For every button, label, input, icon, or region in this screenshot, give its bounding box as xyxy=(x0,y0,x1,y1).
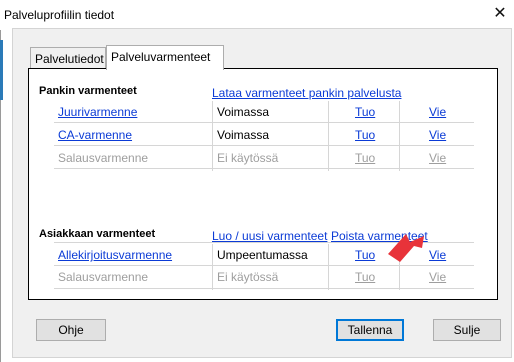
import-button[interactable]: Tuo xyxy=(355,248,375,262)
download-bank-certs-link[interactable]: Lataa varmenteet pankin palvelusta xyxy=(212,86,401,100)
close-button[interactable]: Sulje xyxy=(433,319,501,341)
tab-panel-certificates: Pankin varmenteet Lataa varmenteet panki… xyxy=(28,68,498,300)
grid-row-line xyxy=(54,288,474,289)
annotation-arrow-icon xyxy=(388,234,424,262)
cert-status: Voimassa xyxy=(217,128,270,142)
title-bar: Palveluprofiilin tiedot ✕ xyxy=(0,0,514,30)
window-title: Palveluprofiilin tiedot xyxy=(4,8,115,22)
export-button[interactable]: Vie xyxy=(429,105,446,119)
grid-row-line xyxy=(54,265,474,266)
export-button-disabled: Vie xyxy=(429,270,447,284)
create-renew-certs-link[interactable]: Luo / uusi varmenteet xyxy=(212,229,327,243)
cert-name-allekirjoitusvarmenne[interactable]: Allekirjoitusvarmenne xyxy=(58,248,172,262)
help-button[interactable]: Ohje xyxy=(36,319,106,341)
export-button[interactable]: Vie xyxy=(429,248,446,262)
grid-row-line xyxy=(54,168,474,169)
background-window-accent xyxy=(0,40,3,100)
cert-name-juurivarmenne[interactable]: Juurivarmenne xyxy=(58,105,137,119)
grid-row-line xyxy=(54,122,474,123)
cert-status: Umpeentumassa xyxy=(217,248,308,262)
grid-divider xyxy=(328,101,329,171)
export-button[interactable]: Vie xyxy=(429,128,446,142)
import-button-disabled: Tuo xyxy=(355,270,376,284)
tab-palvelutiedot[interactable]: Palvelutiedot xyxy=(30,47,106,69)
cert-name-salausvarmenne: Salausvarmenne xyxy=(58,151,149,165)
import-button[interactable]: Tuo xyxy=(355,105,375,119)
customer-section-heading: Asiakkaan varmenteet xyxy=(39,228,156,240)
grid-divider xyxy=(212,101,213,171)
cert-name-salausvarmenne: Salausvarmenne xyxy=(58,270,149,284)
cert-status: Ei käytössä xyxy=(217,270,279,284)
bank-section-heading: Pankin varmenteet xyxy=(39,85,137,97)
tab-label: Palvelutiedot xyxy=(35,52,104,66)
grid-divider xyxy=(212,244,213,290)
cert-status: Ei käytössä xyxy=(217,151,279,165)
grid-row-line xyxy=(54,145,474,146)
close-icon[interactable]: ✕ xyxy=(486,0,514,28)
cert-name-ca-varmenne[interactable]: CA-varmenne xyxy=(58,128,132,142)
grid-divider xyxy=(328,244,329,290)
tab-label: Palveluvarmenteet xyxy=(111,50,211,64)
export-button-disabled: Vie xyxy=(429,151,447,165)
cert-status: Voimassa xyxy=(217,105,270,119)
tab-palveluvarmenteet[interactable]: Palveluvarmenteet xyxy=(106,45,224,70)
import-button[interactable]: Tuo xyxy=(355,128,375,142)
save-button[interactable]: Tallenna xyxy=(336,319,404,341)
grid-divider xyxy=(399,101,400,171)
import-button-disabled: Tuo xyxy=(355,151,376,165)
